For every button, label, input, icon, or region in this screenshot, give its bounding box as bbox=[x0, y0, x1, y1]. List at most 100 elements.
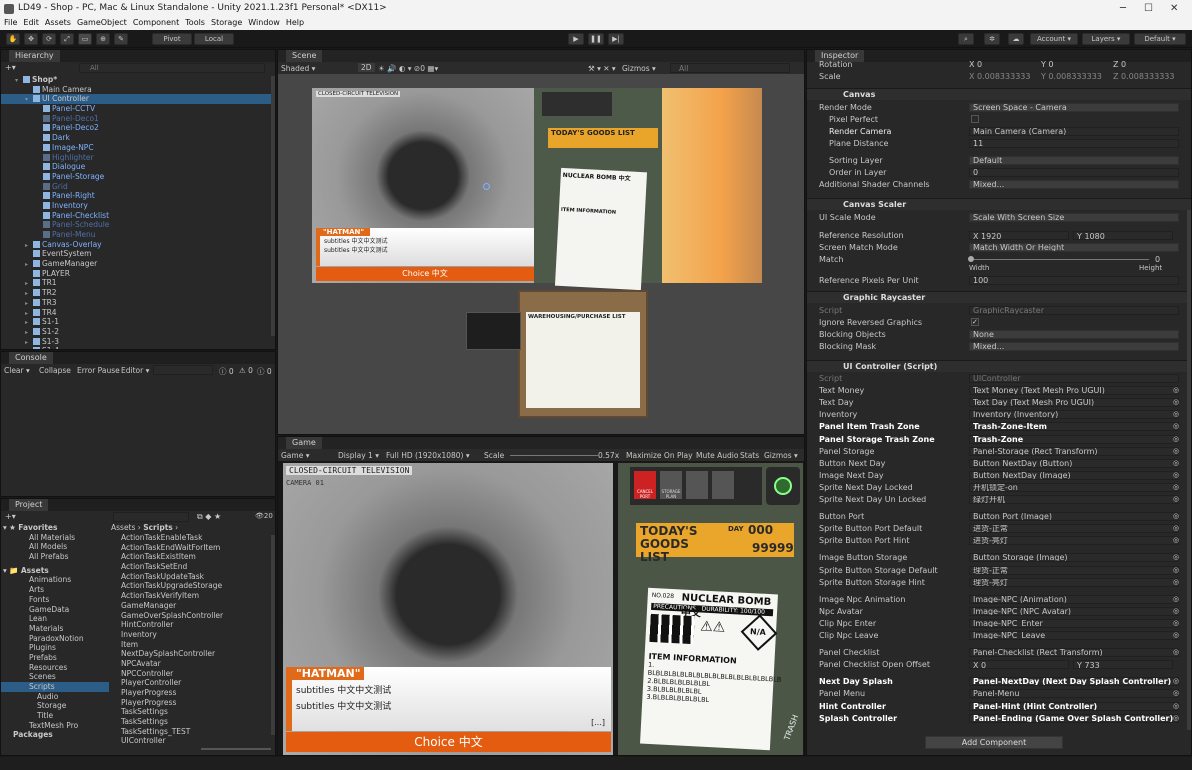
custom-tool-icon[interactable]: ✎ bbox=[114, 33, 128, 45]
script-file[interactable]: ActionTaskSetEnd bbox=[113, 562, 271, 572]
filter-icon[interactable]: ⧉ ◆ ★ bbox=[197, 512, 221, 522]
menu-gameobject[interactable]: GameObject bbox=[77, 18, 127, 30]
hierarchy-item[interactable]: Panel-Storage bbox=[1, 172, 275, 182]
script-file[interactable]: GameOverSplashController bbox=[113, 611, 271, 621]
favorite-item[interactable]: All Prefabs bbox=[1, 552, 109, 562]
game-tab[interactable]: Game bbox=[278, 437, 804, 449]
uic-field-value[interactable]: Text Money (Text Mesh Pro UGUI) bbox=[969, 386, 1179, 396]
rot-x[interactable]: X 0 bbox=[969, 60, 982, 69]
pick-icon[interactable]: ◎ bbox=[1173, 512, 1179, 520]
hierarchy-item[interactable]: Panel-Schedule bbox=[1, 220, 275, 230]
hierarchy-item[interactable]: Panel-Deco1 bbox=[1, 114, 275, 124]
scene-choice-button[interactable]: Choice 中文 bbox=[316, 267, 534, 281]
expand-icon[interactable]: ▾ bbox=[15, 76, 23, 86]
script-file[interactable]: TaskSettings bbox=[113, 717, 271, 727]
pick-icon[interactable]: ◎ bbox=[1173, 607, 1179, 615]
scene-lighting-icon[interactable]: ☀ 🔊 ◐ ▾ ⊘0 ▦▾ bbox=[378, 64, 438, 73]
script-file[interactable]: PlayerProgress bbox=[113, 698, 271, 708]
project-search-input[interactable] bbox=[113, 512, 189, 522]
uic-field-value[interactable]: Image-NPC (NPC Avatar) bbox=[969, 606, 1179, 616]
pick-icon[interactable]: ◎ bbox=[1173, 536, 1179, 544]
hierarchy-scrollbar[interactable] bbox=[271, 76, 275, 336]
hierarchy-item[interactable]: ▸ S1-3 bbox=[1, 337, 275, 347]
pause-icon[interactable]: ❚❚ bbox=[588, 33, 604, 45]
offset-x-field[interactable]: X 0 bbox=[969, 660, 1069, 670]
hierarchy-item[interactable]: Highlighter bbox=[1, 153, 275, 163]
script-file[interactable]: ActionTaskEnableTask bbox=[113, 533, 271, 543]
project-tab[interactable]: Project bbox=[1, 499, 275, 511]
hierarchy-item[interactable]: ▸ TR2 bbox=[1, 288, 275, 298]
sorting-layer-dropdown[interactable]: Default bbox=[969, 156, 1179, 165]
uic-field-value[interactable]: Panel-Ending (Game Over Splash Controlle… bbox=[969, 713, 1179, 723]
pick-icon[interactable]: ◎ bbox=[1173, 566, 1179, 574]
menu-storage[interactable]: Storage bbox=[211, 18, 242, 30]
pick-icon[interactable]: ◎ bbox=[1173, 677, 1179, 685]
pick-icon[interactable]: ◎ bbox=[1173, 398, 1179, 406]
folder-gamedata[interactable]: GameData bbox=[1, 605, 109, 615]
folder-packages[interactable]: Packages bbox=[1, 730, 109, 740]
pick-icon[interactable]: ◎ bbox=[1173, 702, 1179, 710]
favorite-item[interactable]: All Materials bbox=[1, 533, 109, 543]
scene-tools-icon[interactable]: ⚒ ▾ ✕ ▾ bbox=[588, 64, 616, 73]
hierarchy-item[interactable]: Panel-Menu bbox=[1, 230, 275, 240]
rot-y[interactable]: Y 0 bbox=[1041, 60, 1054, 69]
hierarchy-item[interactable]: ▸ TR4 bbox=[1, 308, 275, 318]
collapse-button[interactable]: Collapse bbox=[39, 366, 71, 375]
canvas-scaler-header[interactable]: Canvas Scaler bbox=[807, 198, 1191, 210]
uic-field-value[interactable]: Panel-Storage (Rect Transform) bbox=[969, 446, 1179, 456]
pixel-perfect-checkbox[interactable] bbox=[971, 115, 979, 123]
pick-icon[interactable]: ◎ bbox=[1173, 410, 1179, 418]
hierarchy-item[interactable]: Dark bbox=[1, 133, 275, 143]
pick-icon[interactable]: ◎ bbox=[1173, 631, 1179, 639]
menu-file[interactable]: File bbox=[4, 18, 17, 30]
hierarchy-item[interactable]: ▸ GameManager bbox=[1, 259, 275, 269]
hierarchy-item[interactable]: ▸ TR1 bbox=[1, 278, 275, 288]
script-file[interactable]: PlayerProgress bbox=[113, 688, 271, 698]
folder-paradoxnotion[interactable]: ParadoxNotion bbox=[1, 634, 109, 644]
blocking-objects-dropdown[interactable]: None bbox=[969, 330, 1179, 339]
error-pause-button[interactable]: Error Pause bbox=[77, 366, 120, 375]
scene-tab[interactable]: Scene bbox=[278, 50, 804, 62]
uic-field-value[interactable]: Trash-Zone bbox=[969, 434, 1179, 444]
uic-field-value[interactable]: 进货-亮灯 bbox=[969, 536, 1179, 546]
log-count[interactable]: ⓘ 0 bbox=[219, 366, 234, 377]
ref-res-x[interactable]: X 1920 bbox=[969, 231, 1069, 241]
script-file[interactable]: GameManager bbox=[113, 601, 271, 611]
pivot-handle[interactable] bbox=[483, 183, 490, 190]
ignore-reversed-checkbox[interactable]: ✓ bbox=[971, 318, 979, 326]
pick-icon[interactable]: ◎ bbox=[1173, 714, 1179, 722]
uic-field-value[interactable]: 理货-亮灯 bbox=[969, 577, 1179, 587]
hierarchy-item[interactable]: ▸ Canvas-Overlay bbox=[1, 240, 275, 250]
script-file[interactable]: NextDaySplashController bbox=[113, 649, 271, 659]
match-slider[interactable] bbox=[971, 259, 1149, 260]
graphic-raycaster-header[interactable]: Graphic Raycaster bbox=[807, 291, 1191, 303]
folder-audio[interactable]: Audio bbox=[1, 692, 109, 702]
mute-audio-toggle[interactable]: Mute Audio bbox=[696, 451, 738, 460]
pick-icon[interactable]: ◎ bbox=[1173, 459, 1179, 467]
hierarchy-item[interactable]: ▸ S1-4 bbox=[1, 346, 275, 349]
hierarchy-item[interactable]: ▸ TR3 bbox=[1, 298, 275, 308]
layers-dropdown[interactable]: Layers ▾ bbox=[1082, 33, 1130, 45]
pick-icon[interactable]: ◎ bbox=[1173, 553, 1179, 561]
folder-title[interactable]: Title bbox=[1, 711, 109, 721]
display-dropdown[interactable]: Display 1 ▾ bbox=[338, 451, 379, 460]
favorites-node[interactable]: ▾ ★ Favorites bbox=[1, 523, 109, 533]
hand-tool-icon[interactable]: ✋ bbox=[6, 33, 20, 45]
assets-node[interactable]: ▾ 📁 Assets bbox=[1, 566, 109, 576]
uic-field-value[interactable]: Trash-Zone-Item bbox=[969, 422, 1179, 432]
console-tab[interactable]: Console bbox=[1, 352, 275, 364]
expand-icon[interactable]: ▾ bbox=[25, 95, 33, 105]
pick-icon[interactable]: ◎ bbox=[1173, 435, 1179, 443]
folder-scripts[interactable]: Scripts bbox=[1, 682, 109, 692]
script-file[interactable]: Item bbox=[113, 640, 271, 650]
plane-distance-field[interactable]: 11 bbox=[969, 139, 1179, 148]
pick-icon[interactable]: ◎ bbox=[1173, 386, 1179, 394]
editor-dropdown[interactable]: Editor ▾ bbox=[121, 366, 149, 375]
add-icon[interactable]: +▾ bbox=[5, 63, 16, 72]
ui-scale-mode-dropdown[interactable]: Scale With Screen Size bbox=[969, 213, 1179, 222]
menu-tools[interactable]: Tools bbox=[185, 18, 205, 30]
cloud-icon[interactable]: ☁ bbox=[1008, 33, 1024, 45]
hierarchy-item[interactable]: ▸ S1-2 bbox=[1, 327, 275, 337]
uic-field-value[interactable]: Button NextDay (Image) bbox=[969, 470, 1179, 480]
menu-window[interactable]: Window bbox=[248, 18, 280, 30]
